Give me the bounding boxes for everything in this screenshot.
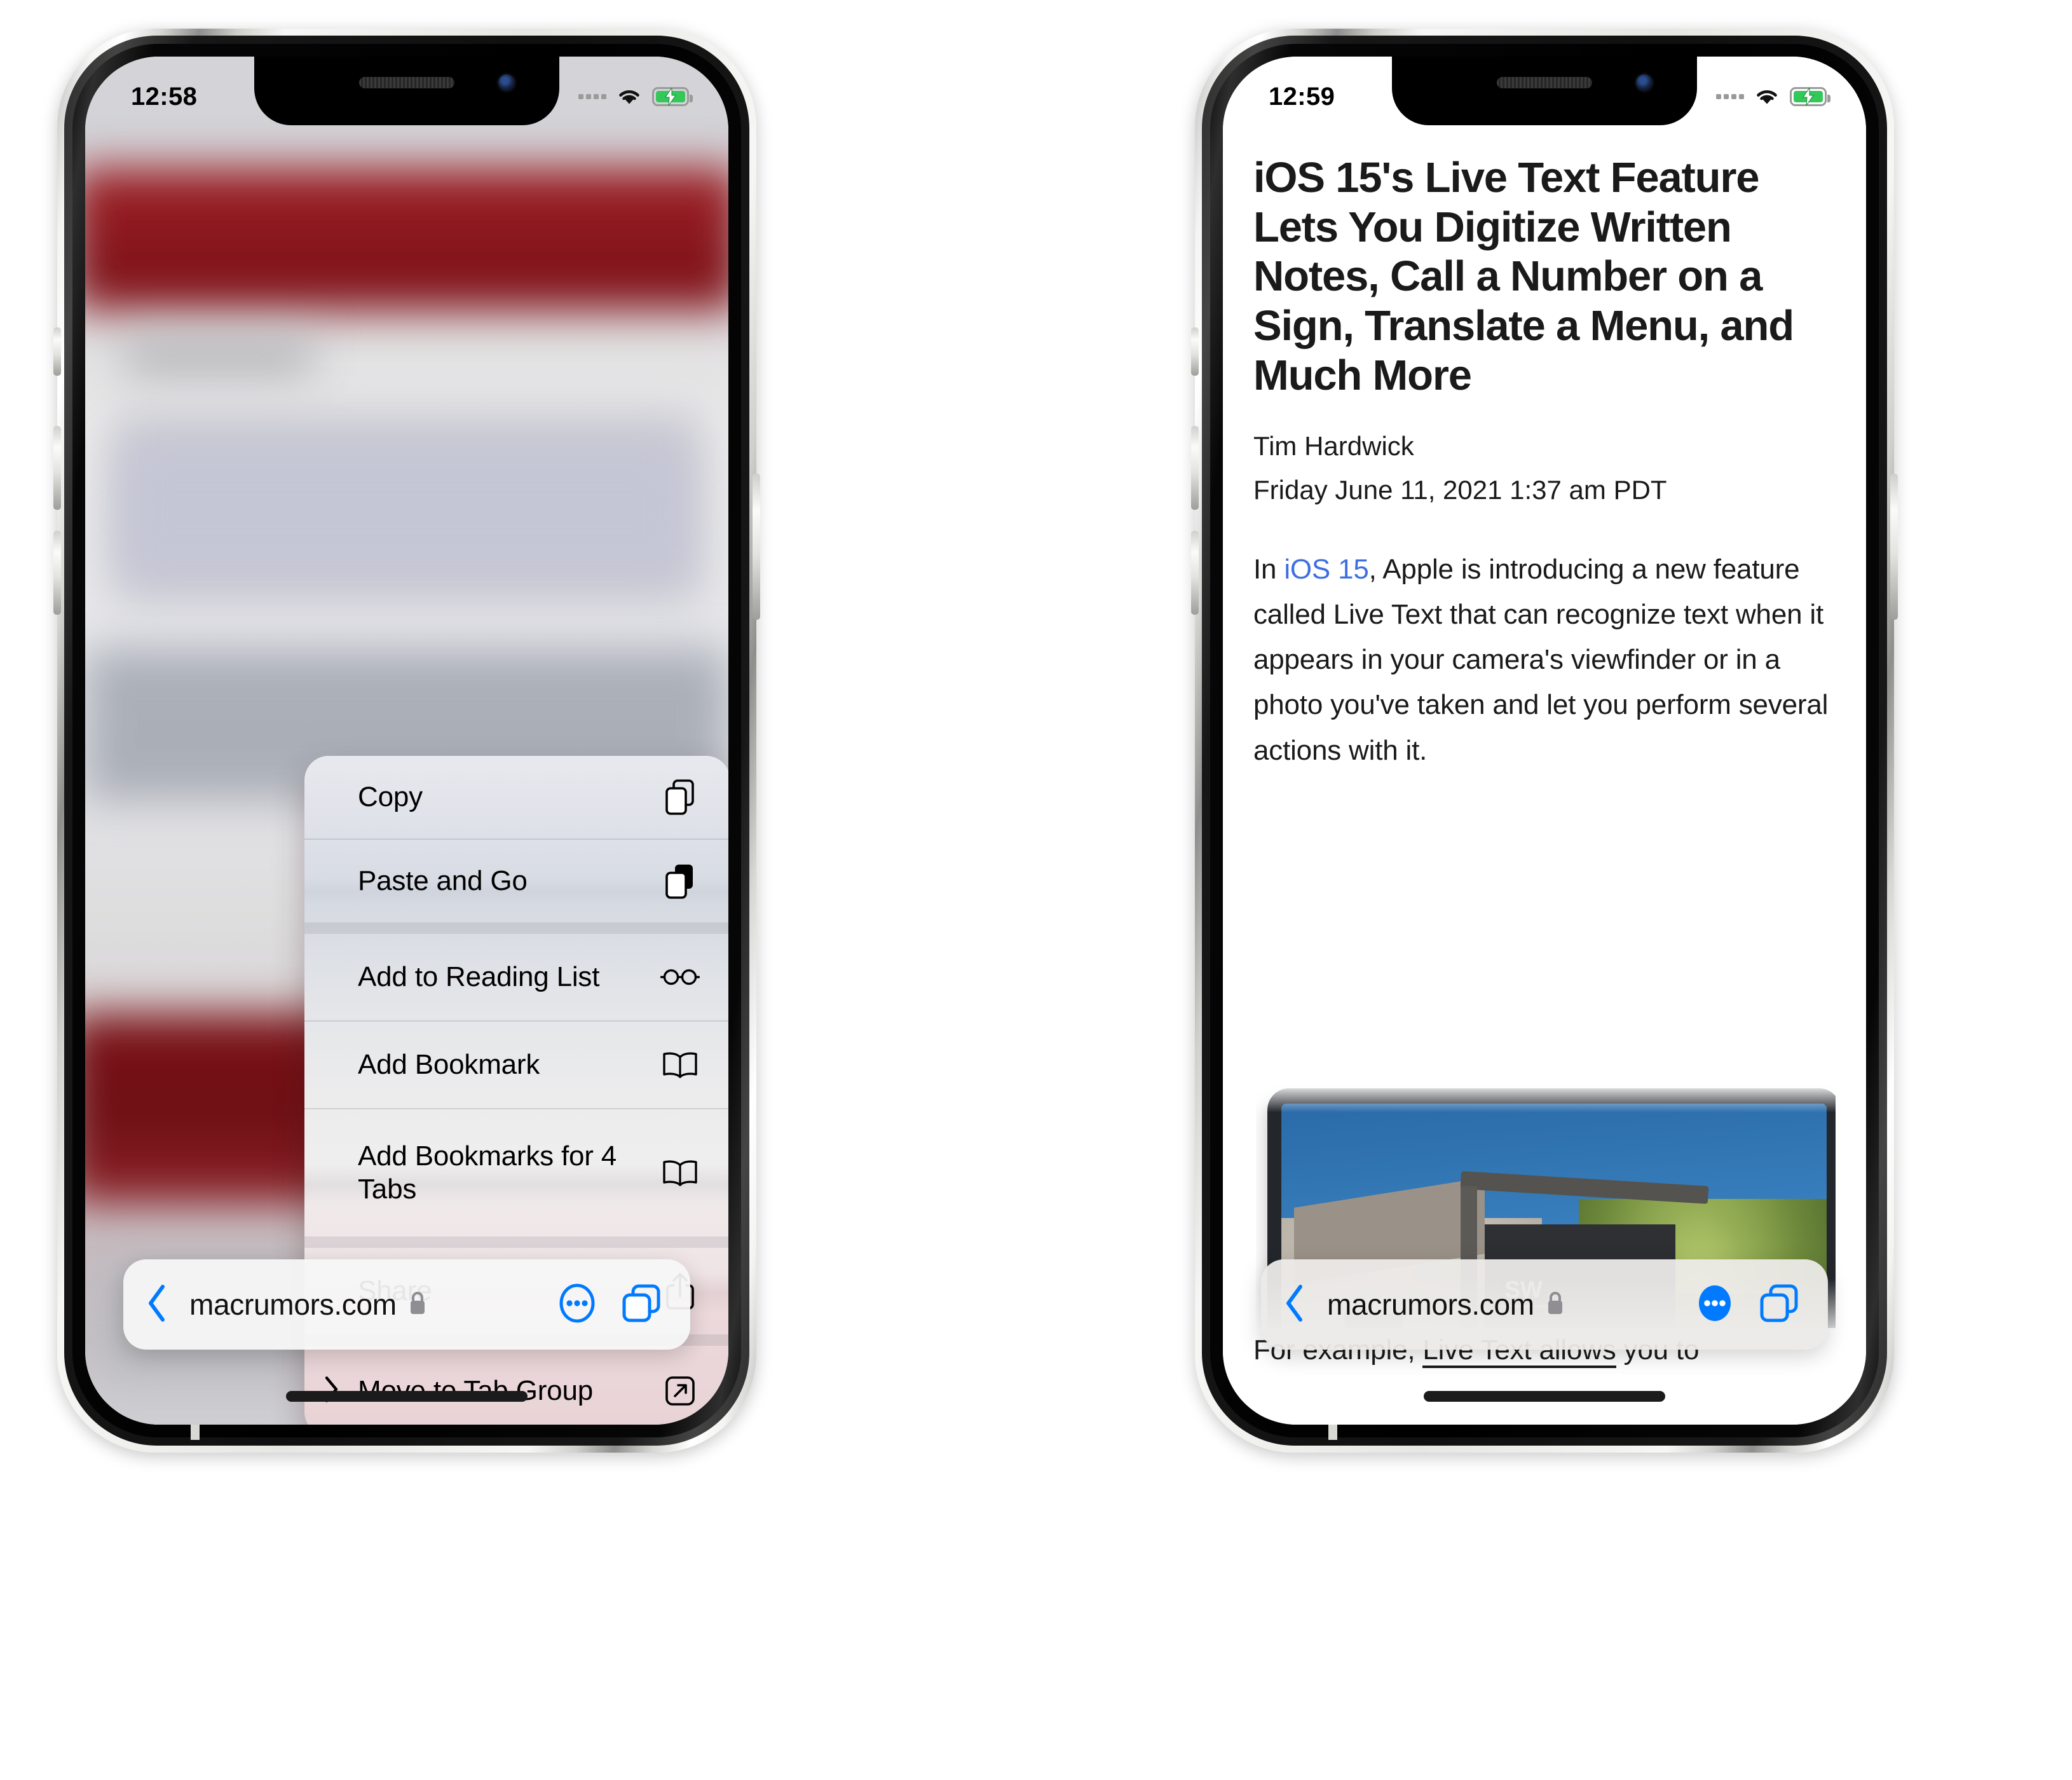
tabs-overview-icon[interactable] bbox=[1758, 1282, 1800, 1327]
left-iphone-device: 12:58 Copy Paste and Go Add to Reading L… bbox=[53, 29, 760, 1453]
article-timestamp: Friday June 11, 2021 1:37 am PDT bbox=[1253, 474, 1667, 505]
home-indicator-right[interactable] bbox=[1424, 1391, 1665, 1402]
article-paragraph: In iOS 15, Apple is introducing a new fe… bbox=[1253, 547, 1836, 773]
context-menu-item-add-bookmark[interactable]: Add Bookmark bbox=[304, 1022, 728, 1108]
context-menu-item-copy[interactable]: Copy bbox=[304, 756, 728, 839]
volume-down-button-right[interactable] bbox=[1191, 531, 1199, 615]
blurred-site-header-banner bbox=[85, 168, 728, 311]
home-indicator-left[interactable] bbox=[286, 1391, 528, 1402]
eyeglasses-icon bbox=[659, 966, 701, 988]
blurred-content-block-2 bbox=[123, 451, 684, 572]
context-menu-label: Copy bbox=[358, 781, 423, 813]
volume-up-button-right[interactable] bbox=[1191, 426, 1199, 510]
tabs-overview-icon[interactable] bbox=[620, 1282, 662, 1327]
arrow-up-right-square-icon bbox=[659, 1375, 701, 1407]
antenna-band-bottom-left-r bbox=[1328, 1423, 1337, 1440]
ios-15-link[interactable]: iOS 15 bbox=[1284, 554, 1369, 585]
battery-charging-icon bbox=[652, 87, 693, 106]
silent-switch-right[interactable] bbox=[1191, 327, 1199, 376]
status-indicators-left bbox=[578, 86, 693, 107]
lock-icon bbox=[1546, 1290, 1565, 1319]
context-menu-item-add-bookmarks-for-4-tabs[interactable]: Add Bookmarks for 4 Tabs bbox=[304, 1109, 728, 1236]
open-book-icon bbox=[659, 1159, 701, 1187]
left-phone-screen: 12:58 Copy Paste and Go Add to Reading L… bbox=[85, 57, 728, 1425]
cellular-dots-icon bbox=[578, 94, 606, 99]
context-menu-group-gap bbox=[304, 922, 728, 934]
volume-down-button-left[interactable] bbox=[53, 531, 61, 615]
notch-right bbox=[1392, 57, 1697, 125]
antenna-band-bottom-left bbox=[191, 1423, 200, 1440]
front-camera-left bbox=[498, 74, 515, 91]
photo-top-fade bbox=[1256, 1083, 1836, 1112]
power-button-left[interactable] bbox=[753, 474, 760, 620]
lock-icon bbox=[408, 1290, 427, 1319]
context-menu-label: Paste and Go bbox=[358, 865, 528, 897]
back-button-right[interactable] bbox=[1284, 1284, 1305, 1326]
article-author: Tim Hardwick bbox=[1253, 430, 1414, 461]
cellular-dots-icon bbox=[1716, 94, 1744, 99]
earpiece-speaker-left bbox=[359, 77, 454, 88]
context-menu-label: Add to Reading List bbox=[358, 961, 600, 993]
copy-documents-icon bbox=[659, 779, 701, 816]
context-menu-label: Add Bookmark bbox=[358, 1049, 540, 1081]
wifi-icon bbox=[1757, 90, 1777, 104]
silent-switch-left[interactable] bbox=[53, 327, 61, 376]
context-menu-group-gap bbox=[304, 1236, 728, 1248]
safari-toolbar-right[interactable]: macrumors.com bbox=[1261, 1259, 1828, 1350]
blurred-text-block-1 bbox=[123, 336, 314, 376]
paragraph-lead: In bbox=[1253, 553, 1285, 585]
wifi-icon bbox=[619, 90, 639, 104]
safari-toolbar-left[interactable]: macrumors.com bbox=[123, 1259, 690, 1350]
article-headline: iOS 15's Live Text Feature Lets You Digi… bbox=[1253, 154, 1794, 399]
paste-and-go-icon bbox=[659, 863, 701, 900]
charging-bolt-icon bbox=[665, 88, 676, 106]
open-book-icon bbox=[659, 1051, 701, 1079]
status-time-left: 12:58 bbox=[131, 82, 198, 111]
screenshot-canvas: 12:58 Copy Paste and Go Add to Reading L… bbox=[0, 0, 2072, 1780]
front-camera-right bbox=[1636, 74, 1653, 91]
charging-bolt-icon bbox=[1803, 88, 1814, 106]
right-phone-screen: iOS 15's Live Text Feature Lets You Digi… bbox=[1223, 57, 1866, 1425]
context-menu-item-add-to-reading-list[interactable]: Add to Reading List bbox=[304, 934, 728, 1020]
notch-left bbox=[254, 57, 559, 125]
context-menu-item-move-to-tab-group[interactable]: Move to Tab Group bbox=[304, 1346, 728, 1425]
status-indicators-right bbox=[1716, 86, 1830, 107]
url-text-left[interactable]: macrumors.com bbox=[189, 1287, 397, 1322]
paragraph-rest: , Apple is introducing a new feature cal… bbox=[1253, 553, 1829, 766]
article-photo: ale SW Shelley Willems Shelley Wil bbox=[1256, 1083, 1836, 1425]
status-time-right: 12:59 bbox=[1269, 82, 1335, 111]
url-text-right[interactable]: macrumors.com bbox=[1327, 1287, 1534, 1322]
earpiece-speaker-right bbox=[1497, 77, 1592, 88]
volume-up-button-left[interactable] bbox=[53, 426, 61, 510]
context-menu-label: Add Bookmarks for 4 Tabs bbox=[358, 1140, 617, 1205]
context-menu-item-paste-and-go[interactable]: Paste and Go bbox=[304, 840, 728, 922]
power-button-right[interactable] bbox=[1890, 474, 1898, 620]
back-button-left[interactable] bbox=[146, 1284, 168, 1326]
more-ellipsis-filled-icon[interactable] bbox=[1694, 1283, 1735, 1327]
more-ellipsis-icon[interactable] bbox=[557, 1283, 597, 1327]
battery-charging-icon bbox=[1790, 87, 1830, 106]
right-iphone-device: iOS 15's Live Text Feature Lets You Digi… bbox=[1191, 29, 1898, 1453]
